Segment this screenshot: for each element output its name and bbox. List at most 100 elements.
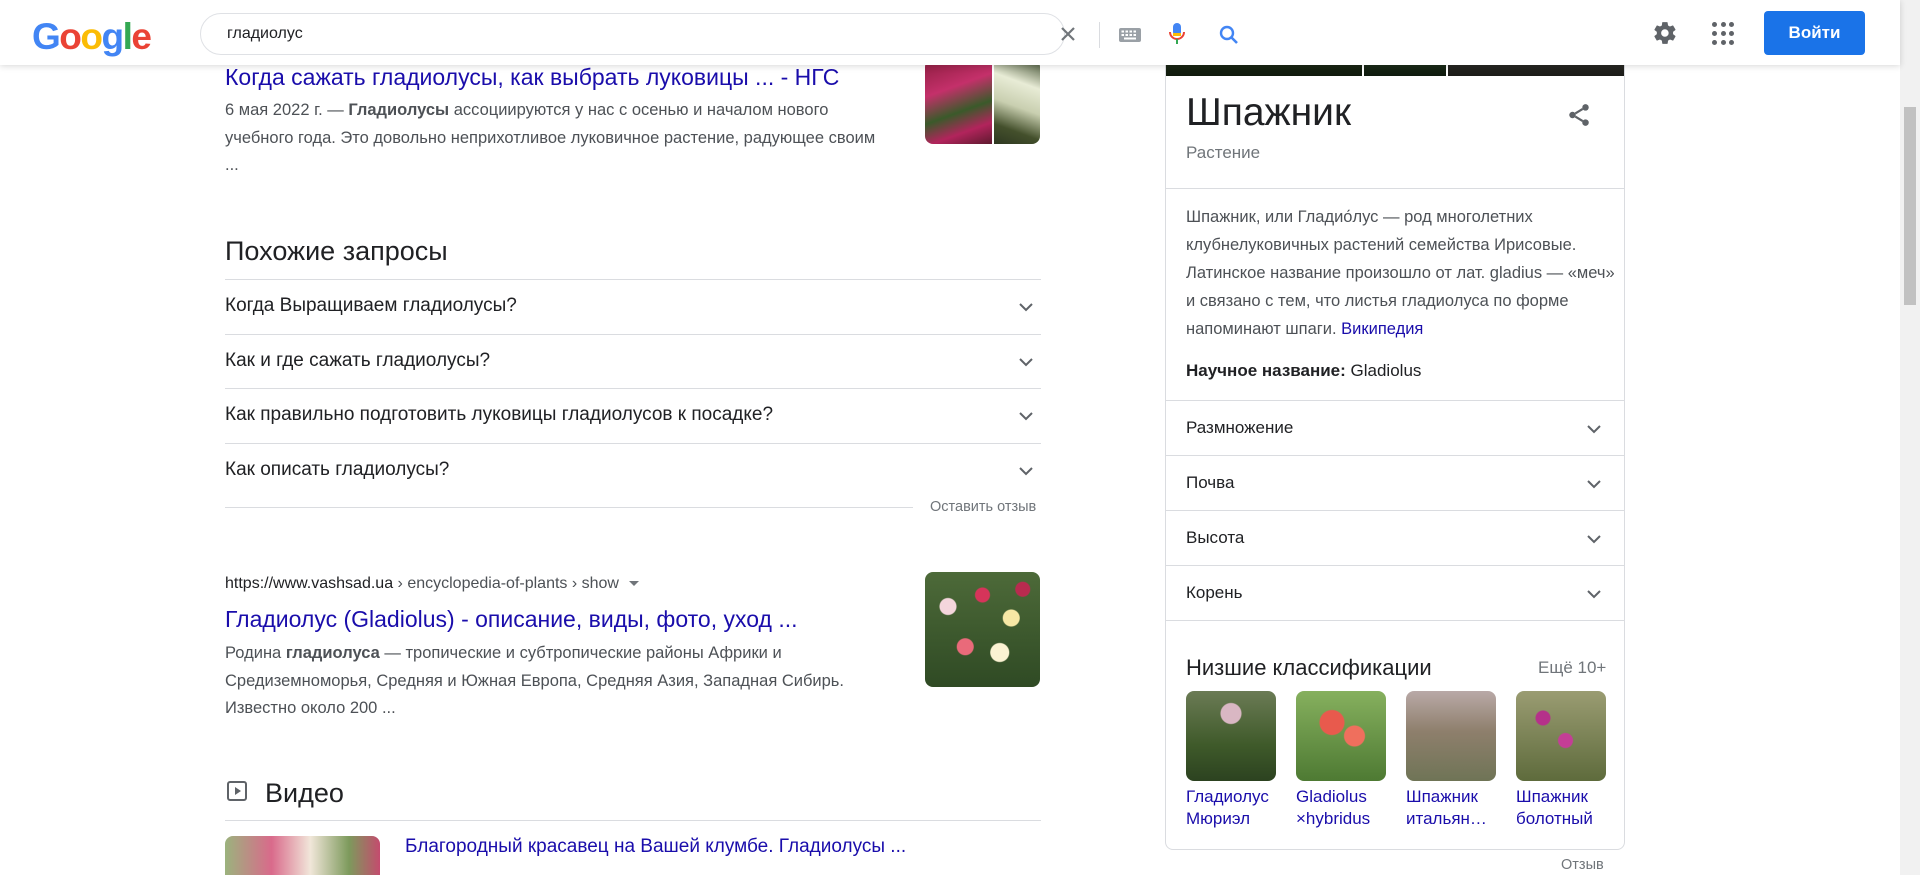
kp-attribute-label: Корень [1186, 583, 1243, 602]
result-title-link[interactable]: Когда сажать гладиолусы, как выбрать лук… [225, 64, 839, 91]
kp-card-name-line2[interactable]: Мюриэл [1186, 808, 1286, 830]
related-question[interactable]: Когда Выращиваем гладиолусы? [225, 279, 1041, 334]
chevron-down-icon [1019, 303, 1033, 312]
feedback-link[interactable]: Оставить отзыв [930, 499, 1036, 515]
related-question-text: Как описать гладиолусы? [225, 458, 450, 480]
kp-classification-cards: Гладиолус Мюриэл Gladiolus ×hybridus Шпа… [1186, 691, 1606, 830]
chevron-down-icon [1019, 412, 1033, 421]
kp-card-image[interactable] [1296, 691, 1386, 781]
result-snippet: Родина гладиолуса — тропические и субтро… [225, 640, 895, 723]
result-date: 6 мая 2022 г. — [225, 101, 349, 119]
kp-sci-label: Научное название: [1186, 361, 1346, 380]
kp-card-image[interactable] [1516, 691, 1606, 781]
kp-description: Шпажник, или Гладио́лус — род многолетни… [1186, 203, 1616, 343]
kp-sci-value: Gladiolus [1345, 361, 1422, 380]
kp-card-image[interactable] [1186, 691, 1276, 781]
apps-grid-icon[interactable] [1712, 22, 1736, 46]
result-snippet-bold: гладиолуса [285, 644, 380, 662]
chevron-down-icon [1019, 357, 1033, 366]
wikipedia-link[interactable]: Википедия [1341, 320, 1423, 338]
divider [225, 507, 913, 508]
result-thumbnail[interactable] [925, 59, 1040, 144]
google-logo[interactable]: Google [32, 16, 152, 58]
result-url-path: › encyclopedia-of-plants › show [393, 575, 619, 592]
kp-card-name-line2[interactable]: болотный [1516, 808, 1616, 830]
video-thumbnail[interactable] [225, 836, 380, 875]
kp-classification-card[interactable]: Гладиолус Мюриэл [1186, 691, 1276, 830]
knowledge-panel: Шпажник Растение Шпажник, или Гладио́лус… [1165, 40, 1625, 850]
kp-more-link[interactable]: Ещё 10+ [1538, 658, 1606, 678]
kp-lower-classifications-heading: Низшие классификации [1186, 655, 1432, 680]
video-play-icon [227, 781, 247, 801]
logo-letter: g [101, 16, 125, 57]
kp-attribute-row[interactable]: Высота [1166, 510, 1624, 565]
result-snippet-text: Родина [225, 644, 286, 662]
result-url-host: https://www.vashsad.ua [225, 575, 394, 592]
kp-attribute-row[interactable]: Почва [1166, 455, 1624, 510]
logo-letter: e [131, 16, 152, 57]
result-url[interactable]: https://www.vashsad.ua › encyclopedia-of… [225, 575, 639, 593]
divider [1166, 188, 1624, 189]
related-question-text: Как правильно подготовить луковицы глади… [225, 404, 774, 425]
kp-attribute-label: Высота [1186, 528, 1245, 547]
divider [1166, 620, 1624, 621]
chevron-down-icon [1587, 535, 1601, 544]
logo-letter: G [32, 16, 61, 57]
kp-subtitle: Растение [1186, 143, 1261, 162]
top-bar: Google гладиолус Войти [0, 0, 1900, 65]
kp-attribute-list: Размножение Почва Высота Корень [1166, 400, 1624, 620]
scrollbar-thumb[interactable] [1904, 107, 1916, 305]
related-searches-heading: Похожие запросы [225, 236, 448, 266]
result-thumbnail[interactable] [925, 572, 1040, 687]
search-icon[interactable] [1217, 23, 1241, 47]
keyboard-icon[interactable] [1118, 25, 1142, 45]
related-question-text: Как и где сажать гладиолусы? [225, 349, 491, 371]
kp-scientific-name: Научное название: Gladiolus [1186, 361, 1421, 381]
kp-attribute-label: Размножение [1186, 418, 1294, 437]
related-question-text: Когда Выращиваем гладиолусы? [225, 295, 517, 316]
kp-card-name-line1[interactable]: Шпажник [1406, 786, 1506, 808]
clear-icon[interactable] [1056, 22, 1080, 46]
result-title-link[interactable]: Гладиолус (Gladiolus) - описание, виды, … [225, 606, 798, 633]
kp-feedback-link[interactable]: Отзыв [1561, 857, 1604, 873]
related-searches-list: Когда Выращиваем гладиолусы? Как и где с… [225, 279, 1041, 497]
kp-card-name-line2[interactable]: ×hybridus [1296, 808, 1396, 830]
kp-card-image[interactable] [1406, 691, 1496, 781]
logo-letter: o [80, 16, 103, 57]
kp-classification-card[interactable]: Шпажник итальян… [1406, 691, 1496, 830]
video-title-link[interactable]: Благородный красавец на Вашей клумбе. Гл… [405, 836, 906, 858]
result-snippet-bold: Гладиолусы [348, 101, 450, 119]
related-question[interactable]: Как правильно подготовить луковицы глади… [225, 388, 1041, 443]
kp-title: Шпажник [1186, 91, 1352, 134]
kp-attribute-row[interactable]: Размножение [1166, 400, 1624, 455]
kp-card-name-line2[interactable]: итальян… [1406, 808, 1506, 830]
kp-classification-card[interactable]: Gladiolus ×hybridus [1296, 691, 1386, 830]
chevron-down-icon [1587, 480, 1601, 489]
page-scrollbar[interactable] [1900, 0, 1920, 875]
kp-card-name-line1[interactable]: Gladiolus [1296, 786, 1396, 808]
video-section-heading: Видео [265, 778, 344, 808]
share-icon[interactable] [1566, 102, 1592, 128]
result-snippet: 6 мая 2022 г. — Гладиолусы ассоциируются… [225, 97, 885, 180]
kp-card-name-line1[interactable]: Гладиолус [1186, 786, 1286, 808]
microphone-icon[interactable] [1167, 22, 1187, 46]
kp-classification-card[interactable]: Шпажник болотный [1516, 691, 1606, 830]
kp-attribute-label: Почва [1186, 473, 1235, 492]
chevron-down-icon [1587, 425, 1601, 434]
logo-letter: o [59, 16, 82, 57]
search-box[interactable]: гладиолус [200, 13, 1238, 55]
related-question[interactable]: Как и где сажать гладиолусы? [225, 333, 1041, 389]
signin-button[interactable]: Войти [1764, 11, 1865, 55]
search-input[interactable]: гладиолус [227, 25, 303, 43]
gear-icon[interactable] [1652, 20, 1678, 46]
url-menu-caret-icon[interactable] [628, 581, 639, 587]
related-question[interactable]: Как описать гладиолусы? [225, 442, 1041, 498]
kp-description-text: Шпажник, или Гладио́лус — род многолетни… [1186, 208, 1615, 338]
chevron-down-icon [1587, 590, 1601, 599]
kp-attribute-row[interactable]: Корень [1166, 565, 1624, 620]
chevron-down-icon [1019, 466, 1033, 475]
divider [225, 820, 1041, 821]
logo-letter: l [122, 16, 133, 57]
kp-card-name-line1[interactable]: Шпажник [1516, 786, 1616, 808]
searchbox-divider [1099, 22, 1100, 48]
